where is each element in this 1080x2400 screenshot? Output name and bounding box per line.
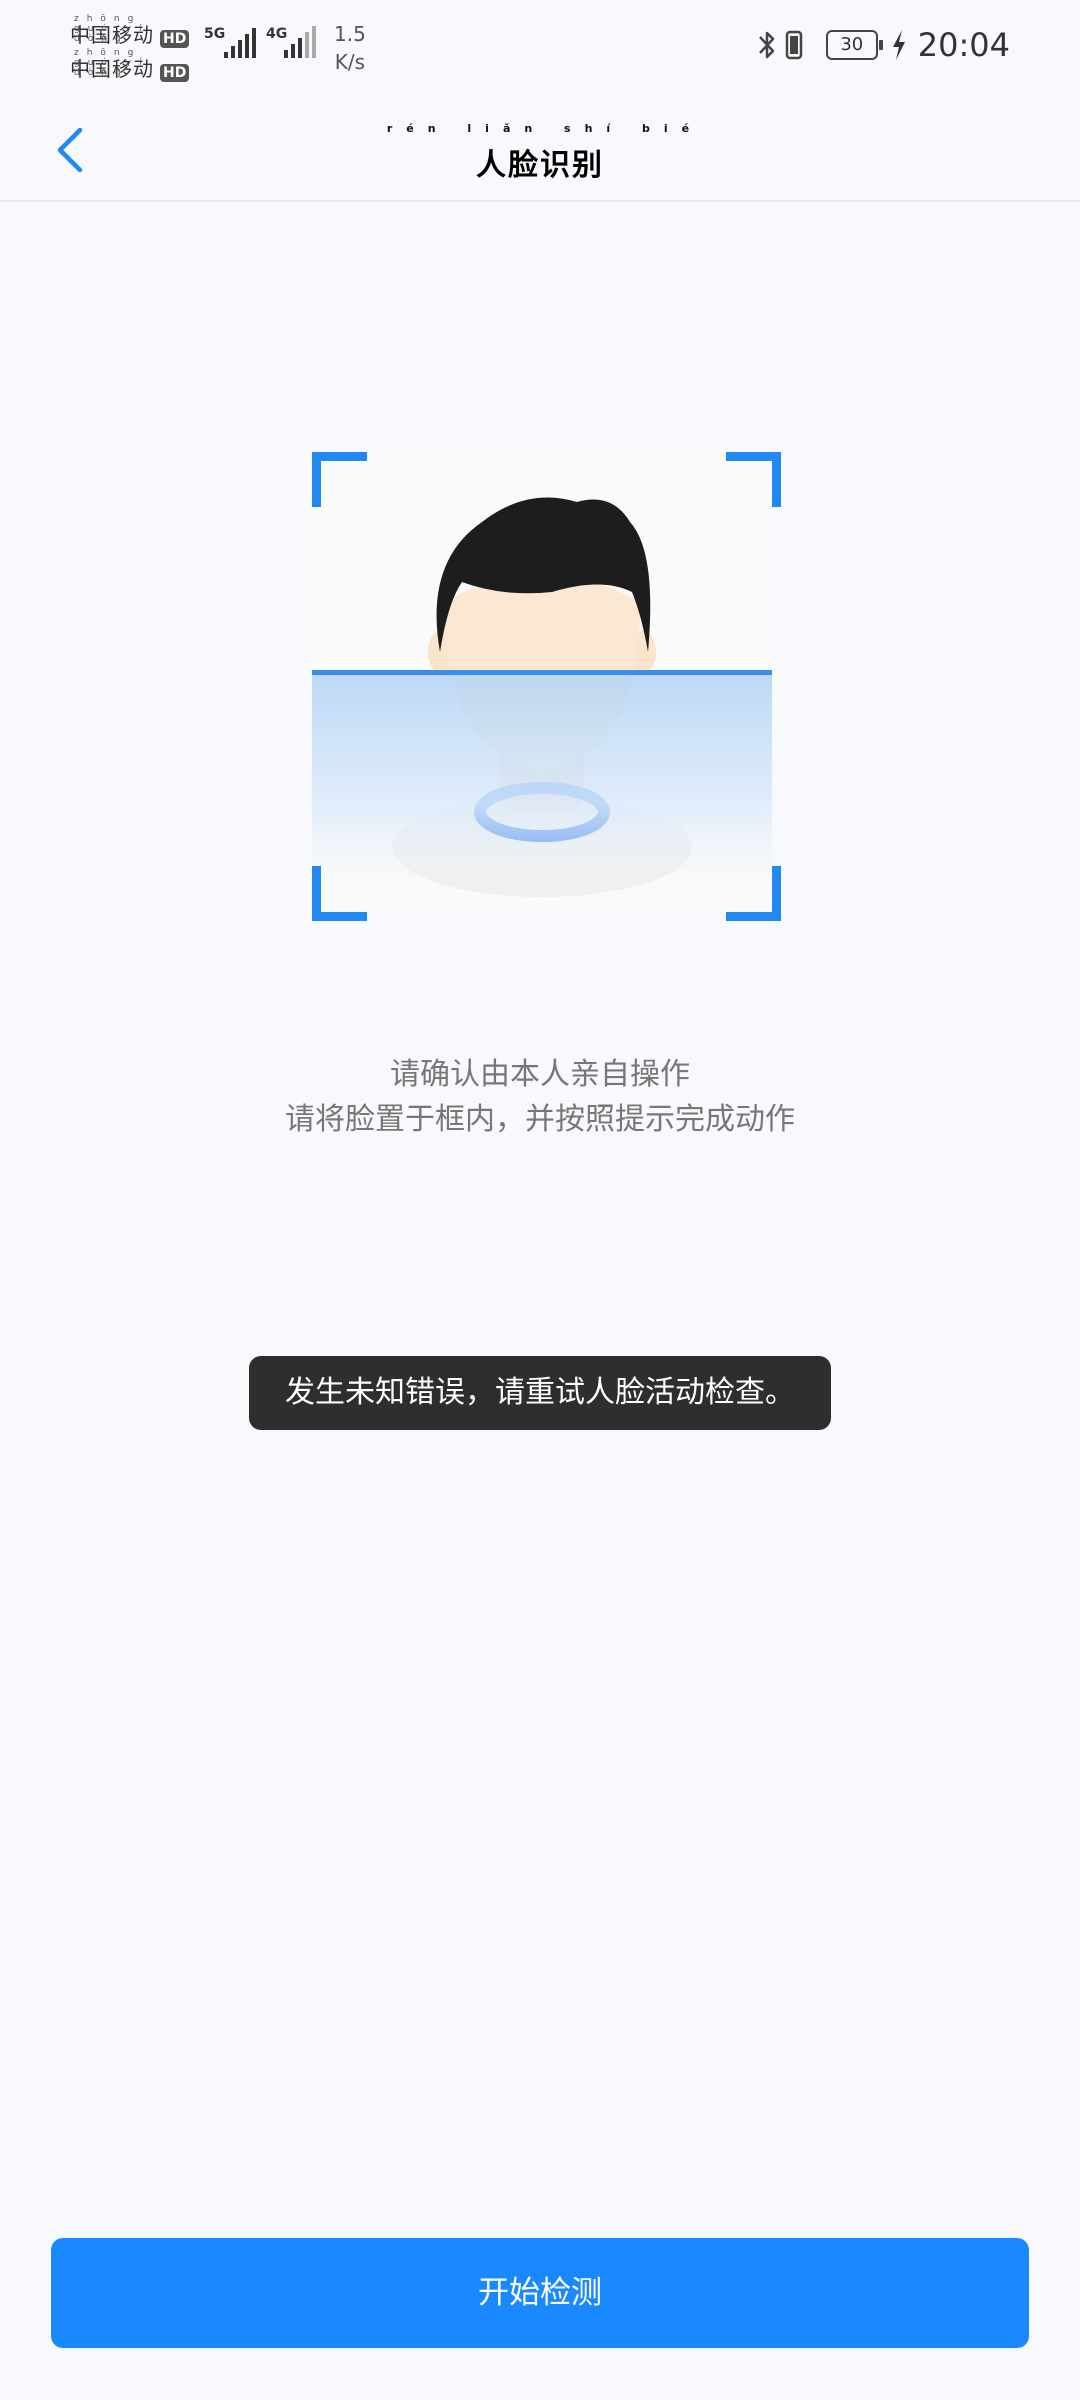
- carrier-1-pinyin: zhōng guó yí dòng: [74, 14, 150, 44]
- carrier-info: zhōng guó yí dòng 中国移动 HD zhōng guó yí d…: [70, 14, 190, 82]
- vibrate-icon: [785, 30, 803, 60]
- face-scan-frame: [312, 452, 772, 912]
- frame-corner-bottom-right: [726, 866, 781, 921]
- face-outline-illustration: [312, 452, 772, 912]
- system-icons: 30 20:04: [756, 26, 1010, 64]
- network-speed: 1.5 K/s: [334, 20, 366, 76]
- battery-icon: 30: [825, 30, 883, 60]
- frame-corner-top-right: [726, 452, 781, 507]
- carrier-line-2: zhōng guó yí dòng 中国移动 HD: [70, 48, 190, 82]
- page-title: 人脸识别: [476, 148, 604, 183]
- instruction-line-2: 请将脸置于框内，并按照提示完成动作: [285, 1102, 795, 1137]
- charging-icon: [892, 30, 905, 60]
- nav-bar: rén liǎn shí bié 人脸识别: [0, 100, 1080, 202]
- network-speed-value: 1.5: [334, 22, 366, 46]
- bluetooth-icon: [758, 31, 775, 59]
- signal-icon-1: [224, 28, 256, 58]
- frame-corner-bottom-left: [312, 866, 367, 921]
- carrier-2-pinyin: zhōng guó yí dòng: [74, 48, 150, 78]
- network-speed-unit: K/s: [334, 50, 366, 74]
- instructions: 请确认由本人亲自操作 请将脸置于框内，并按照提示完成动作: [0, 1052, 1080, 1142]
- page-title-pinyin: rén liǎn shí bié: [386, 122, 704, 135]
- carrier-line-1: zhōng guó yí dòng 中国移动 HD: [70, 14, 190, 48]
- error-toast: 发生未知错误，请重试人脸活动检查。: [249, 1356, 831, 1430]
- signal-icon-2: [284, 26, 316, 58]
- frame-corner-top-left: [312, 452, 367, 507]
- start-detection-button[interactable]: 开始检测: [51, 2238, 1029, 2348]
- clock: 20:04: [917, 26, 1010, 64]
- instruction-line-1: 请确认由本人亲自操作: [390, 1057, 690, 1092]
- status-bar: zhōng guó yí dòng 中国移动 HD zhōng guó yí d…: [0, 0, 1080, 100]
- battery-level: 30: [840, 34, 864, 55]
